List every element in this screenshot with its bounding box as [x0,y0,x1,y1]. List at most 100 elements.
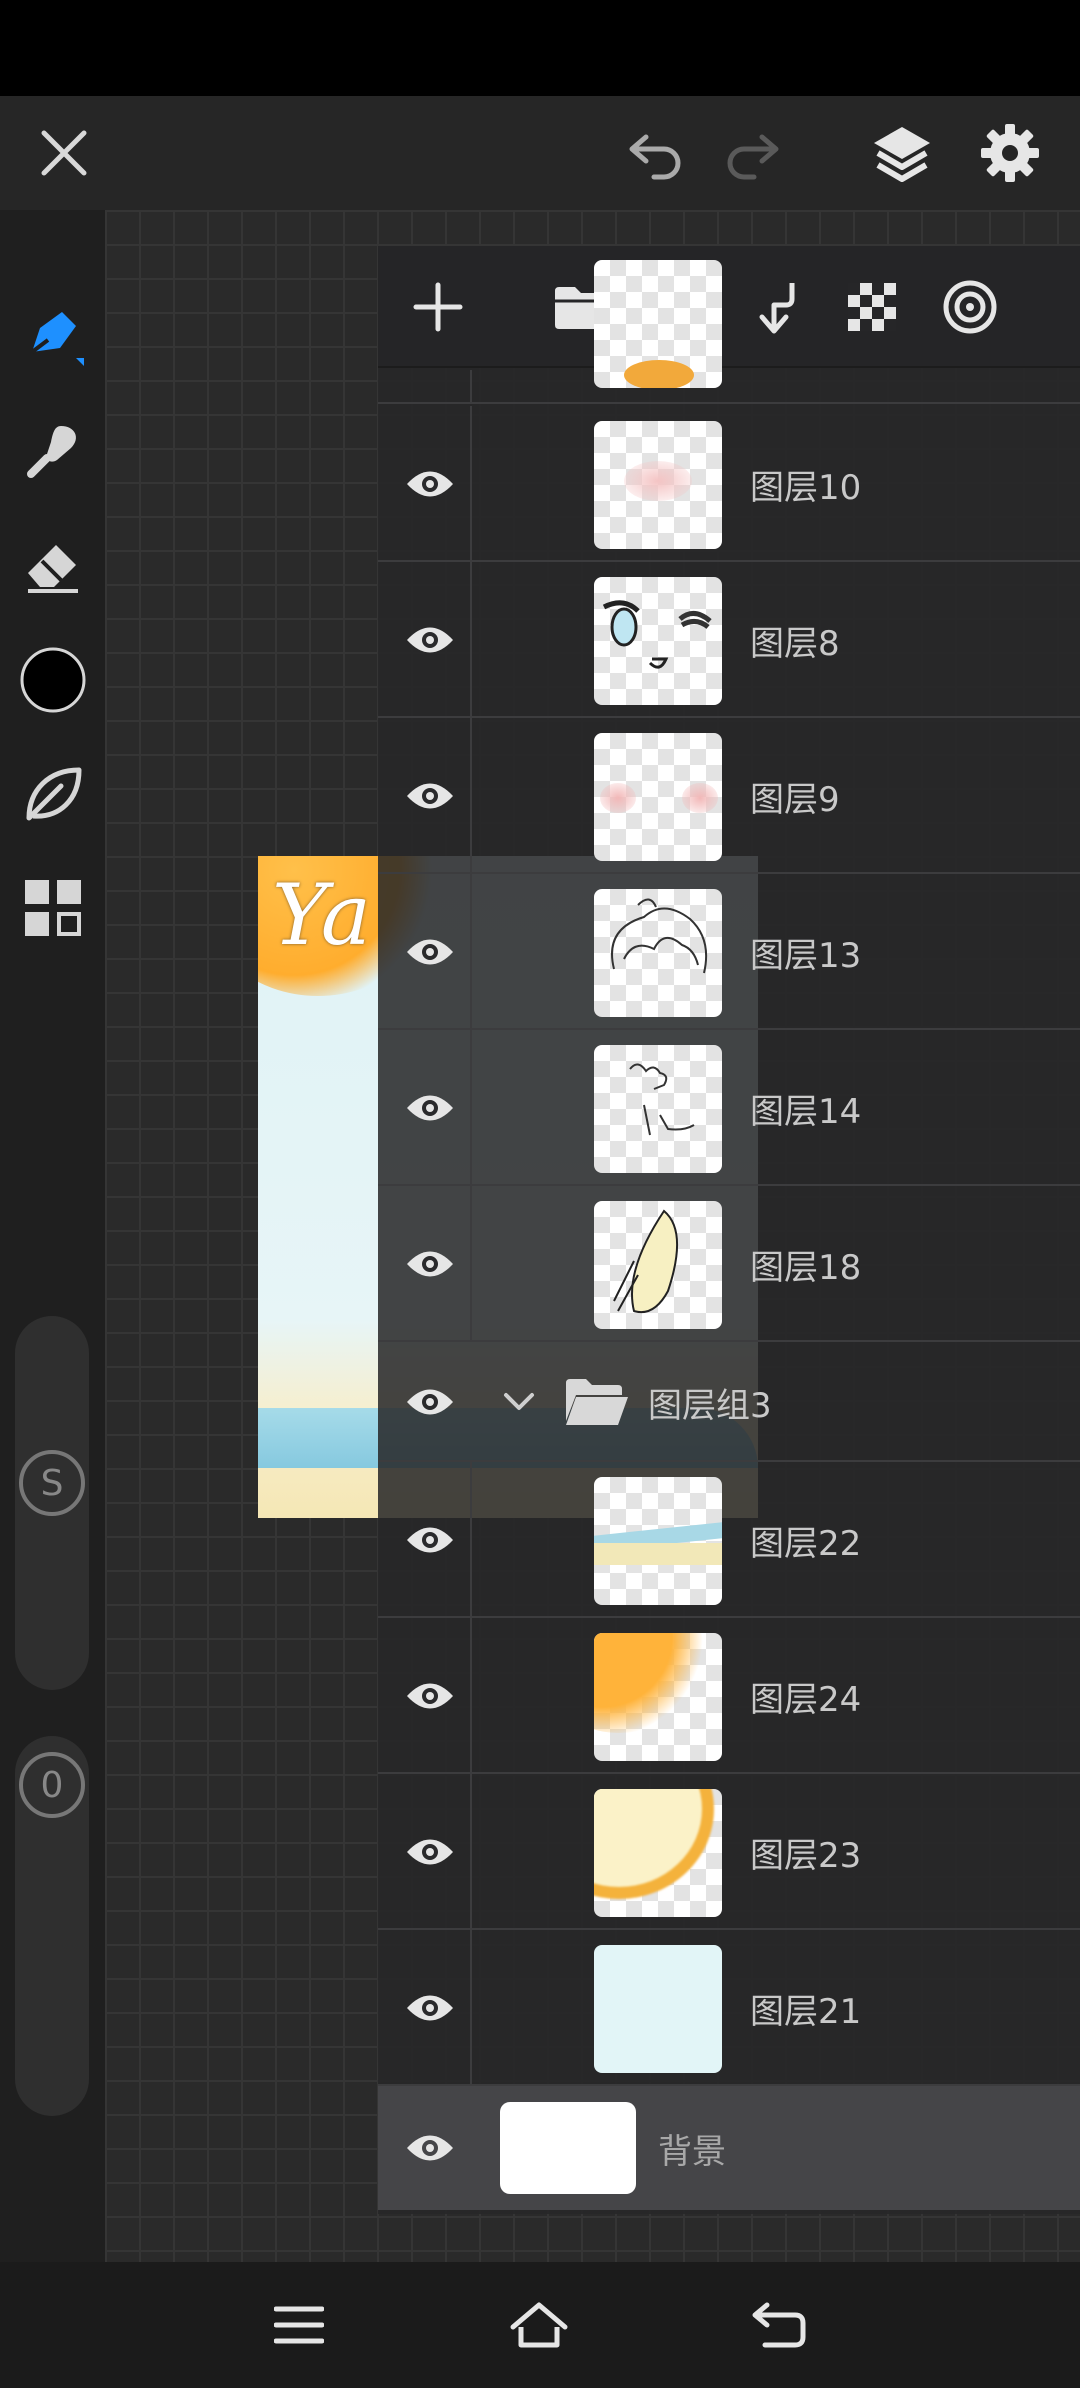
group-name: 图层组3 [648,1385,772,1426]
reference-layer-button[interactable] [924,246,1016,368]
layer-row-partial[interactable] [378,260,1080,404]
merge-down-icon [759,283,795,334]
eye-icon [407,471,453,497]
visibility-toggle[interactable] [390,2086,470,2210]
visibility-toggle[interactable] [390,1774,470,1930]
layer-thumbnail [594,577,722,705]
row-divider [470,1930,472,2084]
layer-name: 图层23 [750,1835,862,1876]
opacity-slider-badge: 0 [19,1752,85,1818]
layer-name: 图层9 [750,779,840,820]
layer-name: 图层8 [750,623,840,664]
layer-row[interactable]: 图层23 [378,1774,1080,1930]
alpha-lock-button[interactable] [826,246,918,368]
eraser-tool[interactable] [0,516,105,616]
eye-icon [407,1095,453,1121]
visibility-toggle[interactable] [390,874,470,1030]
row-divider [470,1618,472,1772]
layer-row[interactable]: 图层18 [378,1186,1080,1342]
add-icon [413,282,463,332]
row-divider [470,1030,472,1184]
smudge-tool[interactable] [0,400,105,500]
merge-down-button[interactable] [730,246,822,368]
layer-thumbnail [594,1789,722,1917]
status-bar [0,0,1080,96]
eye-icon [407,1683,453,1709]
layer-row[interactable]: 图层24 [378,1618,1080,1774]
layer-group-row[interactable]: 图层组3 [378,1342,1080,1462]
layer-name: 图层10 [750,467,862,508]
visibility-toggle[interactable] [390,1030,470,1186]
layer-thumbnail [594,889,722,1017]
gallery-tool[interactable] [0,858,105,958]
row-divider [470,1462,472,1616]
layer-name: 图层21 [750,1991,862,2032]
leaf-tool[interactable] [0,744,105,844]
layer-row[interactable]: 图层21 [378,1930,1080,2086]
transparency-icon [848,283,896,331]
back-button[interactable] [724,2262,834,2388]
group-collapse-toggle[interactable] [494,1342,544,1462]
layer-row[interactable]: 图层14 [378,1030,1080,1186]
eye-icon [407,783,453,809]
menu-button[interactable] [244,2262,354,2388]
layer-name: 图层13 [750,935,862,976]
home-button[interactable] [484,2262,594,2388]
layers-button[interactable] [852,96,952,210]
close-icon [41,130,87,176]
color-picker[interactable] [0,630,105,730]
menu-icon [274,2306,324,2344]
layer-thumbnail [594,1045,722,1173]
redo-icon [727,134,779,180]
home-icon [510,2302,568,2348]
visibility-toggle[interactable] [390,562,470,718]
face-sketch-icon [602,600,712,669]
layers-icon [874,127,930,182]
layer-name: 图层14 [750,1091,862,1132]
undo-button[interactable] [606,96,706,210]
layer-thumbnail [594,260,722,388]
add-layer-button[interactable] [392,246,484,368]
smudge-icon [26,426,76,478]
background-layer-name: 背景 [658,2131,726,2172]
visibility-toggle[interactable] [390,1618,470,1774]
layer-row[interactable]: 图层22 [378,1462,1080,1618]
eye-icon [407,1839,453,1865]
layer-thumbnail [594,733,722,861]
system-nav-bar [0,2262,1080,2388]
settings-icon [981,124,1039,182]
row-divider [470,370,472,402]
layer-row[interactable]: 图层13 [378,874,1080,1030]
row-divider [470,1186,472,1340]
chevron-down-icon [504,1393,534,1410]
visibility-toggle[interactable] [390,1930,470,2086]
layer-thumbnail [594,1945,722,2073]
settings-button[interactable] [960,96,1060,210]
eye-icon [407,627,453,653]
layer-row[interactable]: 图层10 [378,406,1080,562]
undo-icon [629,134,681,180]
close-button[interactable] [14,96,114,210]
visibility-toggle[interactable] [390,718,470,874]
layer-thumbnail [594,1477,722,1605]
layer-panel: 图层10 图层8 图层9 图层13 图层14 图层18 图层组3 图层22 图层… [378,246,1080,2214]
eye-icon [407,1995,453,2021]
folder-open-icon [566,1379,628,1425]
redo-button[interactable] [702,96,802,210]
layer-row[interactable]: 图层9 [378,718,1080,874]
layer-thumbnail [594,1633,722,1761]
row-divider [470,562,472,716]
visibility-toggle[interactable] [390,1186,470,1342]
visibility-toggle[interactable] [390,1462,470,1618]
layer-name: 图层24 [750,1679,862,1720]
row-divider [470,718,472,872]
eye-icon [407,1389,453,1415]
layer-thumbnail [594,421,722,549]
visibility-toggle[interactable] [390,406,470,562]
layer-row[interactable]: 图层8 [378,562,1080,718]
color-swatch [20,647,85,713]
brush-tool[interactable] [0,285,105,385]
hair-sketch-icon [611,898,708,974]
background-layer-row[interactable]: 背景 [378,2086,1080,2210]
visibility-toggle[interactable] [390,1342,470,1462]
